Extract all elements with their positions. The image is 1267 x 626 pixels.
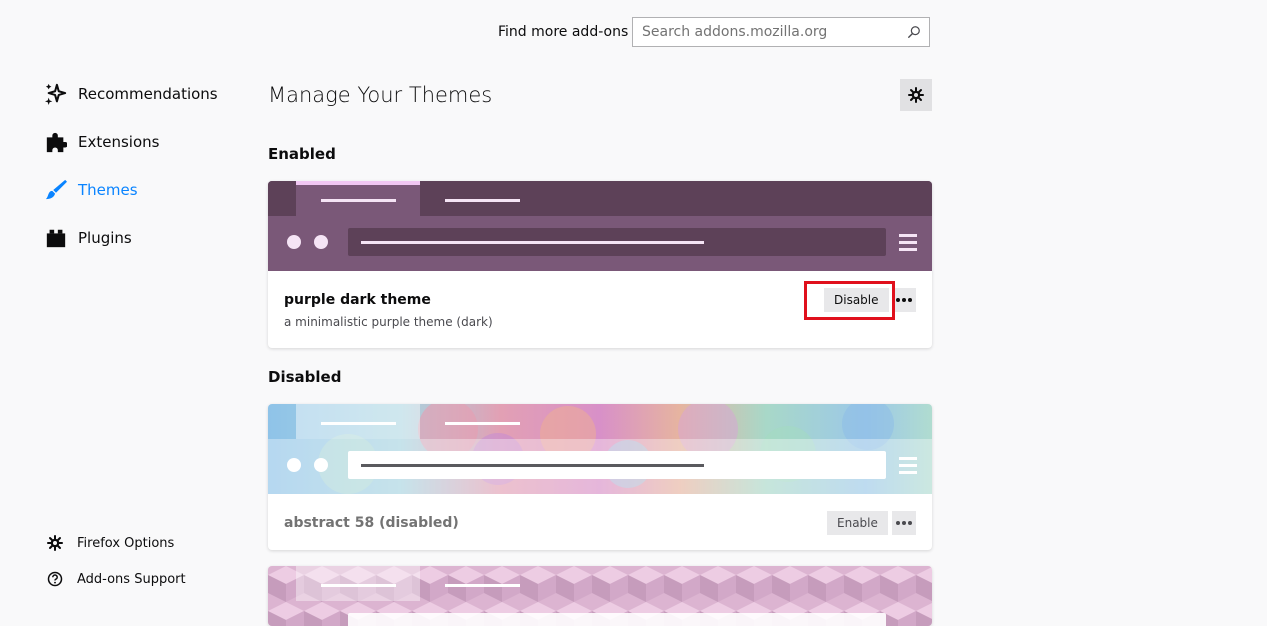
theme-preview [268, 404, 932, 494]
sidebar-item-label: Extensions [78, 133, 160, 151]
theme-card-disabled[interactable] [268, 566, 932, 626]
help-icon [44, 569, 66, 589]
theme-preview [268, 566, 932, 626]
firefox-options-link[interactable]: Firefox Options [44, 533, 174, 553]
theme-description: a minimalistic purple theme (dark) [284, 315, 493, 329]
more-options-button[interactable] [892, 511, 916, 535]
addons-support-label: Add-ons Support [77, 571, 186, 587]
more-icon [896, 298, 912, 302]
search-input[interactable] [633, 18, 902, 46]
brush-icon [44, 178, 68, 202]
disabled-heading: Disabled [268, 368, 342, 386]
theme-preview [268, 181, 932, 271]
find-more-addons-label: Find more add-ons [498, 24, 629, 40]
puzzle-icon [44, 130, 68, 154]
theme-card-disabled[interactable]: abstract 58 (disabled) Enable [268, 404, 932, 550]
theme-card-enabled[interactable]: purple dark theme a minimalistic purple … [268, 181, 932, 348]
search-icon[interactable] [907, 25, 921, 39]
addons-support-link[interactable]: Add-ons Support [44, 569, 186, 589]
page-title: Manage Your Themes [268, 83, 493, 107]
enabled-heading: Enabled [268, 145, 336, 163]
sidebar-item-themes[interactable]: Themes [44, 176, 138, 204]
sidebar-item-label: Recommendations [78, 85, 218, 103]
more-icon [896, 521, 912, 525]
firefox-options-label: Firefox Options [77, 535, 175, 551]
sidebar-item-plugins[interactable]: Plugins [44, 224, 132, 252]
addons-search-box[interactable] [632, 17, 930, 47]
theme-name: abstract 58 (disabled) [284, 515, 459, 531]
gear-icon [908, 87, 924, 103]
sidebar-item-label: Plugins [78, 229, 132, 247]
disable-button[interactable]: Disable [824, 288, 889, 312]
sidebar-item-label: Themes [78, 181, 138, 199]
plugin-icon [44, 226, 68, 250]
sparkle-icon [44, 82, 68, 106]
gear-icon [44, 533, 66, 553]
tools-menu-button[interactable] [900, 79, 932, 111]
sidebar-item-recommendations[interactable]: Recommendations [44, 80, 218, 108]
sidebar-item-extensions[interactable]: Extensions [44, 128, 159, 156]
theme-name: purple dark theme [284, 292, 431, 308]
more-options-button[interactable] [892, 288, 916, 312]
enable-button[interactable]: Enable [827, 511, 888, 535]
